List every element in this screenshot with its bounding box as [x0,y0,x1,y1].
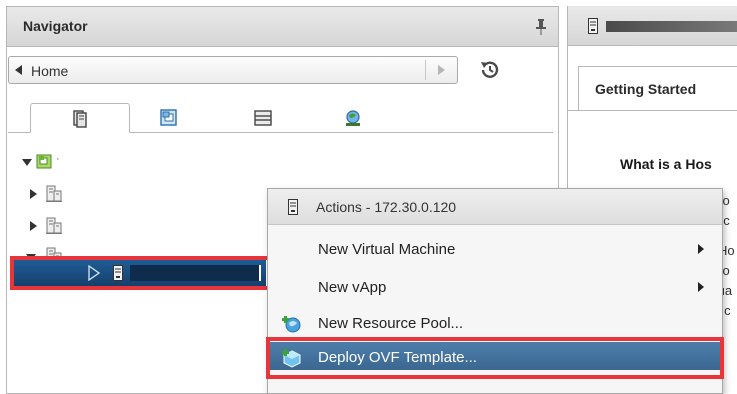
submenu-arrow-icon [698,244,704,254]
resource-pool-icon [282,316,301,333]
navigator-title: Navigator [23,18,88,34]
tab-networking[interactable] [304,103,404,133]
navigator-tabs [8,103,553,133]
tree-row-datacenter-root[interactable]: · [8,150,308,174]
divider [425,60,426,80]
tab-label[interactable]: Getting Started [595,81,696,97]
divider [568,110,737,111]
menu-item-new-vapp[interactable]: New vApp [268,272,722,302]
submenu-arrow-icon [698,282,704,292]
expand-toggle-icon[interactable] [30,189,37,199]
networking-icon [346,110,360,126]
navigator-header: Navigator [7,7,558,47]
home-label[interactable]: Home [31,63,68,79]
menu-item-new-virtual-machine[interactable]: New Virtual Machine [268,234,722,264]
annotation-highlight-box [266,337,724,379]
menu-item-label[interactable]: New vApp [318,279,386,296]
content-header [568,6,737,46]
vcenter-icon [36,154,52,169]
tree-row-cluster-2[interactable] [8,215,308,239]
cluster-icon [46,217,62,234]
section-heading: What is a Hos [620,156,712,172]
redacted-name: · [56,153,63,165]
hosts-clusters-icon [73,110,87,128]
host-icon [588,18,598,34]
tab-vms-and-templates[interactable] [120,103,220,133]
menu-header: Actions - 172.30.0.120 [268,189,722,225]
menu-item-label[interactable]: New Resource Pool... [318,315,463,332]
tab-getting-started[interactable]: Getting Started [578,66,737,110]
expand-toggle-icon[interactable] [30,221,37,231]
menu-item-new-resource-pool[interactable]: New Resource Pool... [268,308,722,338]
host-icon [288,199,298,215]
tree-row-cluster-1[interactable] [8,183,308,207]
back-arrow-icon[interactable] [15,65,23,75]
menu-item-label[interactable]: New Virtual Machine [318,241,455,258]
tab-hosts-and-clusters[interactable] [30,103,130,133]
history-icon[interactable] [478,58,502,82]
annotation-highlight-box [10,256,271,290]
storage-icon [254,110,272,126]
expand-toggle-icon[interactable] [22,159,32,166]
home-breadcrumb[interactable]: Home [8,56,458,84]
cluster-icon [46,185,62,202]
forward-arrow-icon[interactable] [437,65,445,75]
vms-templates-icon [160,109,177,126]
pin-icon[interactable] [535,19,547,35]
redacted-title [606,21,737,32]
menu-header-label: Actions - 172.30.0.120 [316,199,457,215]
tab-storage[interactable] [214,103,314,133]
